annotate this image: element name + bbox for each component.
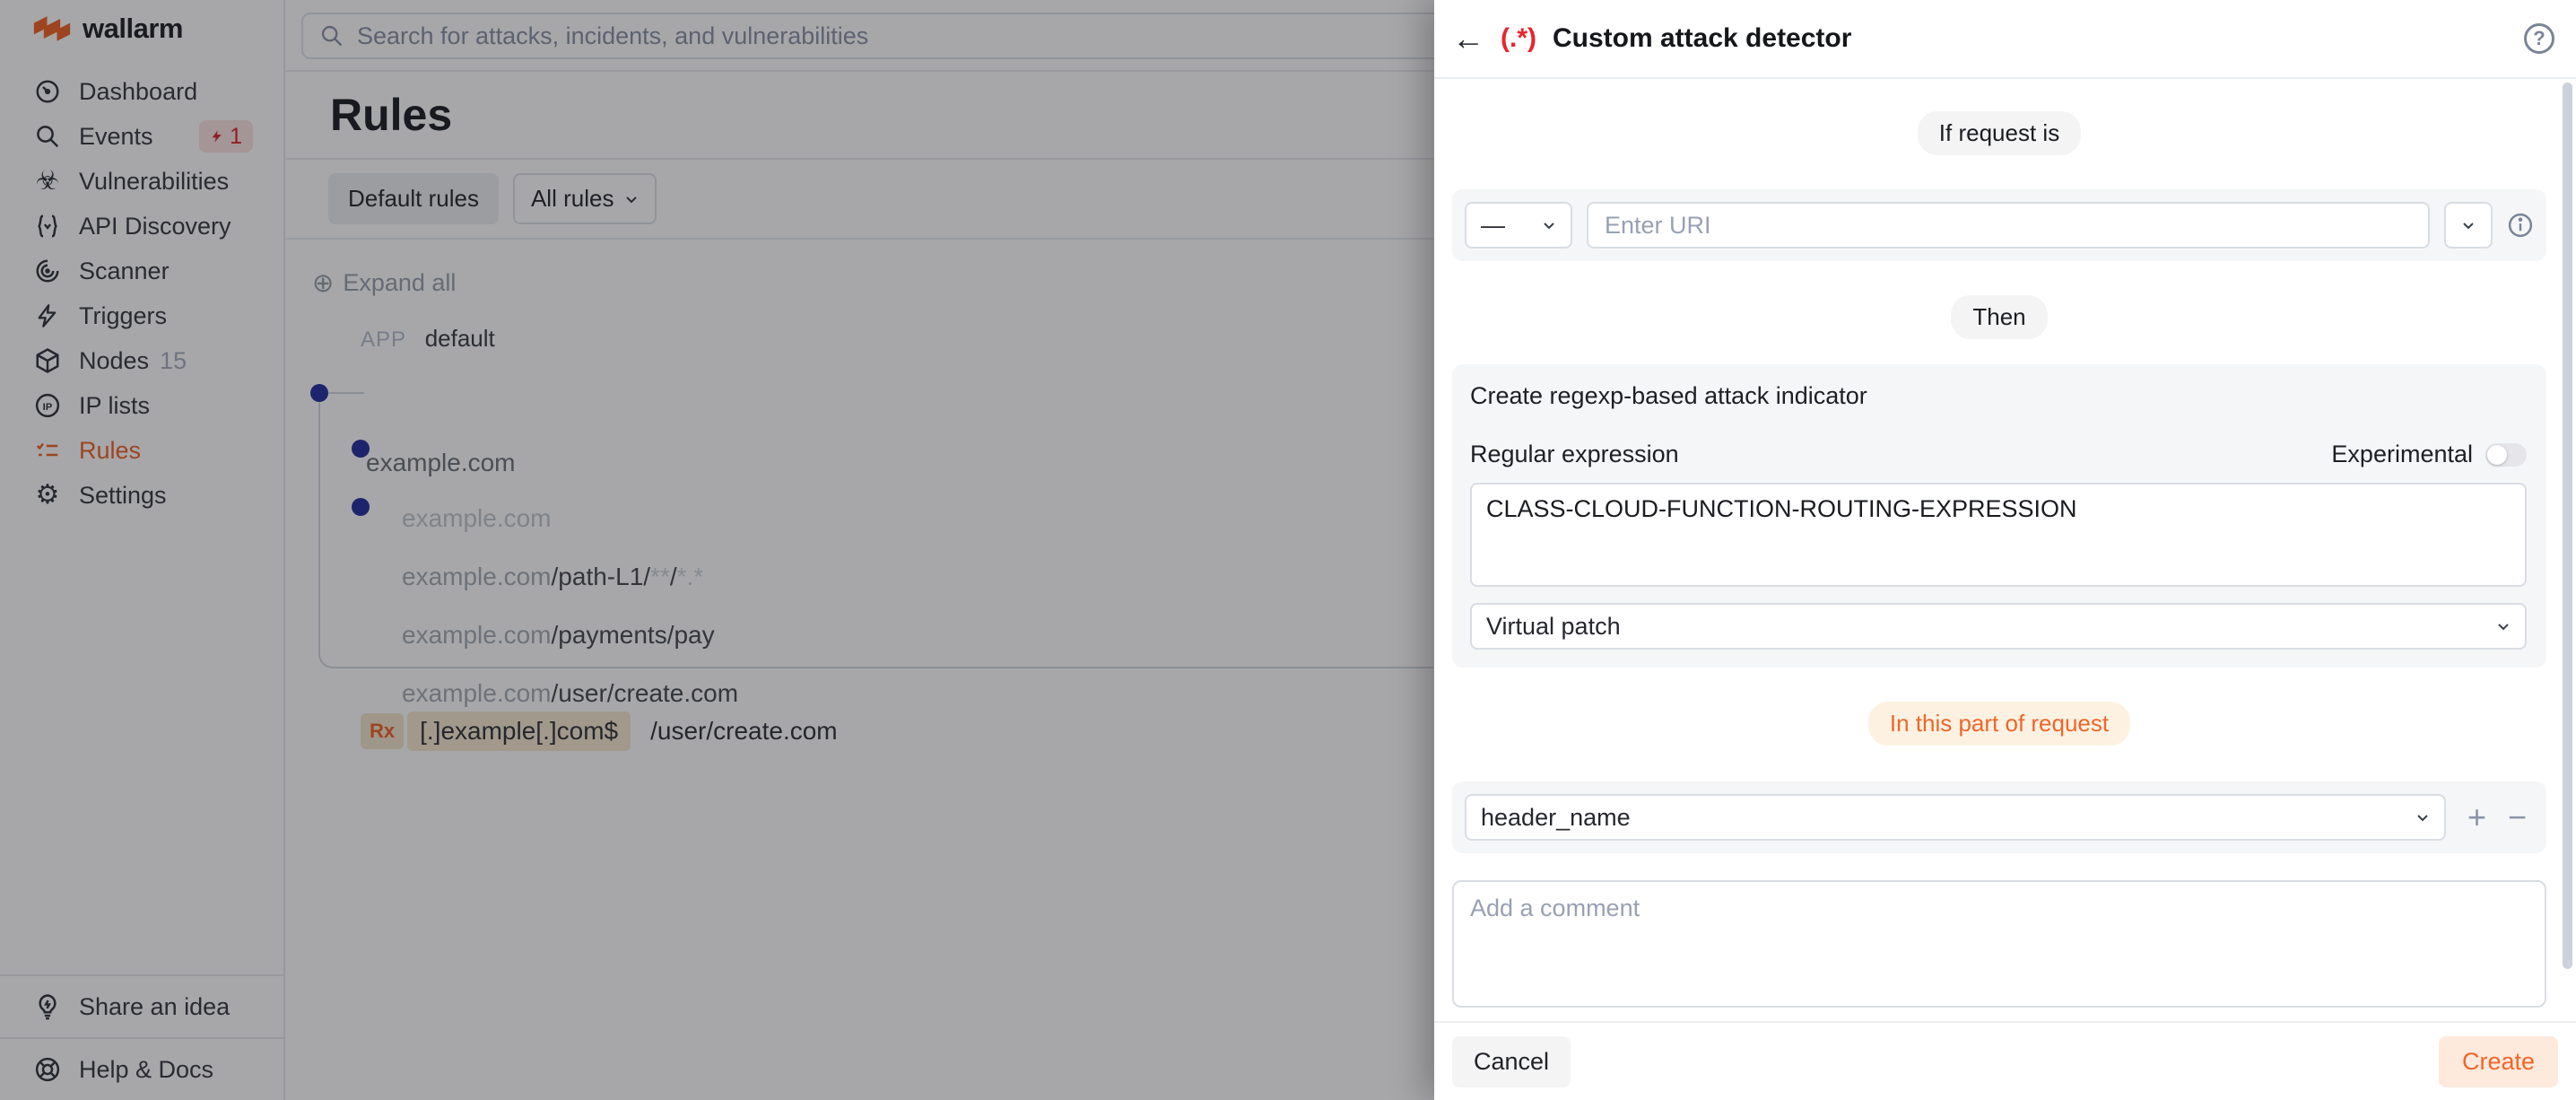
request-part-value: header_name <box>1481 804 1631 832</box>
request-part-row: header_name + − <box>1452 781 2546 853</box>
indicator-title: Create regexp-based attack indicator <box>1470 382 2527 410</box>
panel-footer: Cancel Create <box>1434 1021 2576 1100</box>
custom-attack-detector-panel: ← (.*) Custom attack detector ? If reque… <box>1434 0 2576 1100</box>
regexp-tag: (.*) <box>1501 23 1536 54</box>
action-value: Virtual patch <box>1486 613 1621 641</box>
uri-input[interactable] <box>1587 202 2430 249</box>
request-part-select[interactable]: header_name <box>1465 794 2446 841</box>
back-arrow-icon[interactable]: ← <box>1452 22 1484 55</box>
part-of-request-pill: In this part of request <box>1868 702 2130 746</box>
remove-point-button[interactable]: − <box>2508 801 2527 834</box>
condition-type-select[interactable] <box>2444 202 2493 249</box>
create-button[interactable]: Create <box>2439 1036 2558 1087</box>
modal-dim-overlay[interactable] <box>0 0 1434 1100</box>
chevron-down-icon <box>2415 810 2430 825</box>
comment-textarea[interactable] <box>1452 880 2546 1008</box>
regex-label: Regular expression <box>1470 441 1679 468</box>
chevron-down-icon <box>2461 218 2476 232</box>
panel-header: ← (.*) Custom attack detector ? <box>1434 0 2576 79</box>
condition-row: — <box>1452 189 2546 261</box>
then-pill: Then <box>1951 295 2047 339</box>
info-icon[interactable] <box>2507 212 2534 239</box>
action-select[interactable]: Virtual patch <box>1470 603 2527 650</box>
help-icon[interactable]: ? <box>2524 23 2554 54</box>
cancel-button[interactable]: Cancel <box>1452 1036 1571 1087</box>
condition-operator-value: — <box>1481 212 1505 240</box>
experimental-label: Experimental <box>2331 441 2473 468</box>
experimental-toggle[interactable] <box>2485 443 2527 467</box>
attack-indicator-card: Create regexp-based attack indicator Reg… <box>1452 364 2546 668</box>
chevron-down-icon <box>2496 619 2511 633</box>
panel-title: Custom attack detector <box>1553 23 1851 54</box>
add-point-button[interactable]: + <box>2467 801 2486 834</box>
chevron-down-icon <box>1542 218 1556 232</box>
condition-operator-select[interactable]: — <box>1465 202 1572 249</box>
regex-textarea[interactable]: CLASS-CLOUD-FUNCTION-ROUTING-EXPRESSION <box>1470 483 2527 587</box>
toggle-knob <box>2487 445 2507 465</box>
if-request-is-pill: If request is <box>1918 111 2081 155</box>
panel-scrollbar[interactable] <box>2563 83 2572 969</box>
panel-body: If request is — Then Create regexp-based… <box>1434 81 2576 1019</box>
